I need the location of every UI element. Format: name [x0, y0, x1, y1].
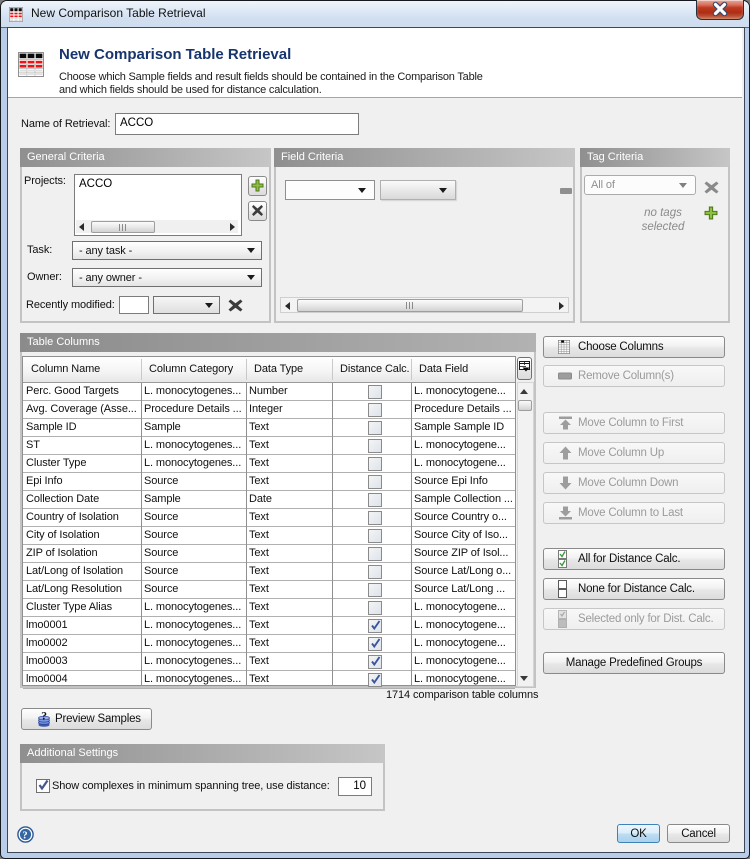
svg-text:?: ?: [22, 830, 27, 841]
svg-text:?: ?: [41, 711, 47, 723]
